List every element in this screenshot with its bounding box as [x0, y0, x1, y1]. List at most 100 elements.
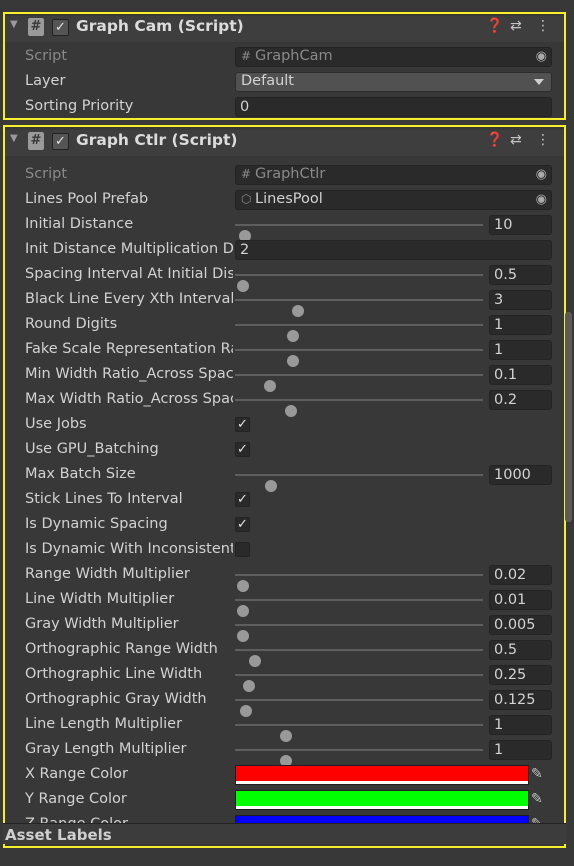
graph-ctlr-component: ▼ # ✓ Graph Ctlr (Script) ❓ ⇄ ⋮ Script #… [3, 125, 566, 848]
slider-track[interactable] [235, 699, 483, 717]
number-field[interactable]: 2 [235, 240, 552, 260]
object-picker-icon[interactable]: ◉ [536, 167, 547, 182]
sorting-priority-field[interactable]: 0 [235, 97, 552, 117]
slider-track[interactable] [235, 599, 483, 617]
field-label: Line Length Multiplier [25, 716, 183, 732]
number-field[interactable]: 0.2 [489, 390, 552, 410]
slider-track[interactable] [235, 274, 483, 292]
asset-labels-title: Asset Labels [5, 826, 112, 844]
slider-track[interactable] [235, 624, 483, 642]
script-object-field[interactable]: # GraphCtlr ◉ [235, 165, 552, 185]
lines-pool-row: Lines Pool Prefab ⬡ LinesPool ◉ [5, 188, 564, 213]
number-field[interactable]: 1 [489, 315, 552, 335]
number-field[interactable]: 0.125 [489, 690, 552, 710]
graph-ctlr-title: Graph Ctlr (Script) [76, 131, 238, 149]
help-icon[interactable]: ❓ [486, 18, 503, 34]
number-field[interactable]: 0.02 [489, 565, 552, 585]
slider-track[interactable] [235, 324, 483, 342]
ortho-range-width-row: Orthographic Range Width 0.5 [5, 638, 564, 667]
field-label: Is Dynamic With Inconsistent [25, 541, 233, 557]
number-field[interactable]: 1 [489, 715, 552, 735]
range-width-mult-row: Range Width Multiplier 0.02 [5, 563, 564, 592]
eyedropper-icon[interactable]: ✎ [531, 766, 543, 782]
field-label: Round Digits [25, 316, 118, 332]
number-field[interactable]: 10 [489, 215, 552, 235]
slider-track[interactable] [235, 399, 483, 417]
layer-row: Layer Default [5, 70, 564, 95]
field-label: Initial Distance [25, 216, 134, 232]
asset-labels-bar[interactable]: Asset Labels [3, 823, 566, 844]
field-label: Script [25, 48, 68, 64]
lines-pool-object-field[interactable]: ⬡ LinesPool ◉ [235, 190, 552, 210]
field-label: Spacing Interval At Initial Dist [25, 266, 233, 282]
layer-dropdown[interactable]: Default [235, 72, 552, 92]
script-value: GraphCam [255, 48, 333, 64]
is-dynamic-inconsistent-checkbox[interactable] [235, 542, 250, 557]
scrollbar-thumb[interactable] [565, 312, 572, 522]
graph-cam-title: Graph Cam (Script) [76, 17, 244, 35]
prefab-cube-icon: ⬡ [241, 192, 252, 206]
field-label: Layer [25, 73, 66, 89]
use-gpu-checkbox[interactable]: ✓ [235, 442, 250, 457]
number-field[interactable]: 0.01 [489, 590, 552, 610]
number-field[interactable]: 1 [489, 740, 552, 760]
graph-ctlr-enabled-checkbox[interactable]: ✓ [52, 133, 69, 150]
number-field[interactable]: 0.25 [489, 665, 552, 685]
line-width-mult-row: Line Width Multiplier 0.01 [5, 588, 564, 617]
field-label: Y Range Color [25, 791, 127, 807]
slider-track[interactable] [235, 349, 483, 367]
field-label: Min Width Ratio_Across Spac [25, 366, 233, 382]
field-label: Sorting Priority [25, 98, 134, 114]
field-label: Fake Scale Representation Ra [25, 341, 233, 357]
foldout-arrow-icon[interactable]: ▼ [10, 19, 18, 30]
number-field[interactable]: 0.1 [489, 365, 552, 385]
object-picker-icon[interactable]: ◉ [536, 49, 547, 64]
script-object-field[interactable]: # GraphCam ◉ [235, 47, 552, 67]
eyedropper-icon[interactable]: ✎ [531, 791, 543, 807]
graph-cam-component: ▼ # ✓ Graph Cam (Script) ❓ ⇄ ⋮ Script # … [3, 12, 566, 120]
number-field[interactable]: 0.5 [489, 265, 552, 285]
init-distance-mult-row: Init Distance Multiplication De 2 [5, 238, 564, 263]
slider-track[interactable] [235, 649, 483, 667]
number-field[interactable]: 1000 [489, 465, 552, 485]
field-label: Range Width Multiplier [25, 566, 190, 582]
slider-track[interactable] [235, 674, 483, 692]
field-label: Black Line Every Xth Interval [25, 291, 233, 307]
preset-sliders-icon[interactable]: ⇄ [510, 18, 522, 34]
slider-track[interactable] [235, 749, 483, 767]
ortho-line-width-row: Orthographic Line Width 0.25 [5, 663, 564, 692]
slider-track[interactable] [235, 724, 483, 742]
color-swatch[interactable] [235, 790, 529, 810]
stick-lines-row: Stick Lines To Interval ✓ [5, 488, 564, 513]
is-dynamic-spacing-checkbox[interactable]: ✓ [235, 517, 250, 532]
slider-track[interactable] [235, 574, 483, 592]
script-hash-icon: # [28, 18, 44, 36]
slider-track[interactable] [235, 474, 483, 492]
foldout-arrow-icon[interactable]: ▼ [10, 133, 18, 144]
number-field[interactable]: 0.005 [489, 615, 552, 635]
slider-track[interactable] [235, 224, 483, 242]
max-width-ratio-row: Max Width Ratio_Across Spac 0.2 [5, 388, 564, 417]
help-icon[interactable]: ❓ [486, 132, 503, 148]
color-swatch[interactable] [235, 765, 529, 785]
min-width-ratio-row: Min Width Ratio_Across Spac 0.1 [5, 363, 564, 392]
gray-length-mult-row: Gray Length Multiplier 1 [5, 738, 564, 767]
number-field[interactable]: 0.5 [489, 640, 552, 660]
preset-sliders-icon[interactable]: ⇄ [510, 132, 522, 148]
graph-cam-enabled-checkbox[interactable]: ✓ [52, 19, 69, 36]
object-picker-icon[interactable]: ◉ [536, 192, 547, 207]
spacing-interval-row: Spacing Interval At Initial Dist 0.5 [5, 263, 564, 292]
stick-lines-checkbox[interactable]: ✓ [235, 492, 250, 507]
graph-ctlr-header[interactable]: ▼ # ✓ Graph Ctlr (Script) ❓ ⇄ ⋮ [5, 130, 564, 156]
kebab-menu-icon[interactable]: ⋮ [536, 18, 550, 34]
sorting-priority-row: Sorting Priority 0 [5, 95, 564, 120]
slider-track[interactable] [235, 374, 483, 392]
number-field[interactable]: 3 [489, 290, 552, 310]
graph-ctlr-script-row: Script # GraphCtlr ◉ [5, 163, 564, 188]
graph-cam-header[interactable]: ▼ # ✓ Graph Cam (Script) ❓ ⇄ ⋮ [5, 16, 564, 42]
number-field[interactable]: 1 [489, 340, 552, 360]
kebab-menu-icon[interactable]: ⋮ [536, 132, 550, 148]
field-label: Lines Pool Prefab [25, 191, 149, 207]
use-jobs-checkbox[interactable]: ✓ [235, 417, 250, 432]
slider-track[interactable] [235, 299, 483, 317]
